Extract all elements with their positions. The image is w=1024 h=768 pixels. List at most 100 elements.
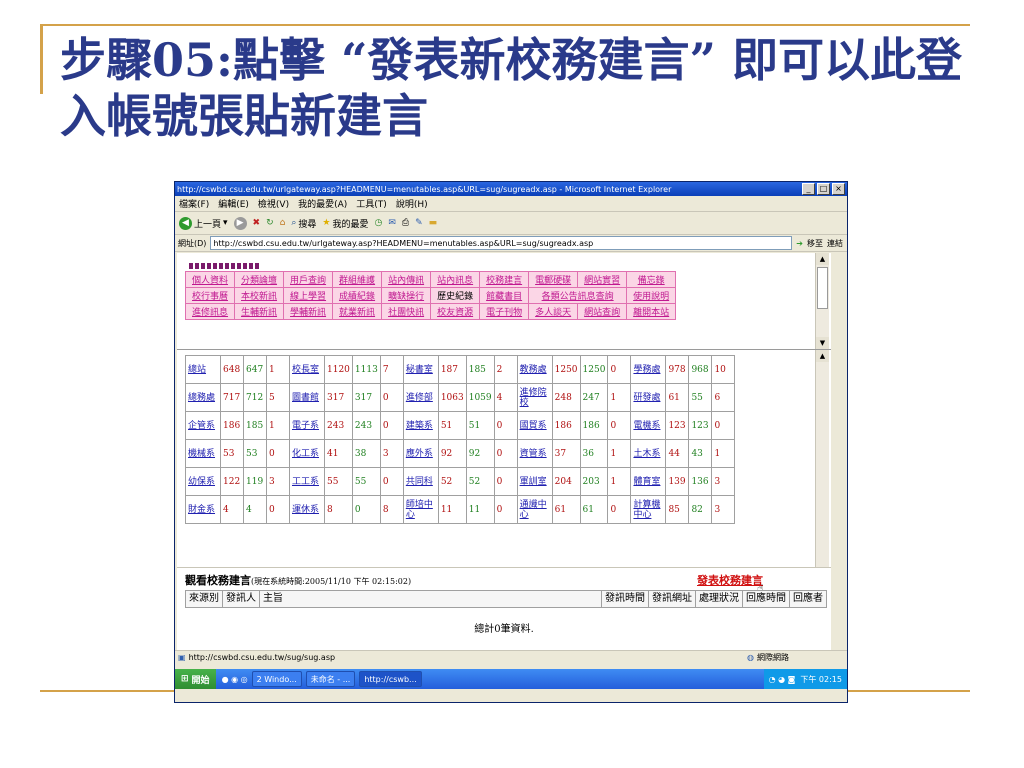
minimize-button[interactable]: _ (802, 183, 815, 195)
unit-link[interactable]: 化工系 (289, 439, 325, 468)
menu-link[interactable]: 校務建言 (479, 271, 530, 288)
back-button[interactable]: ◀ 上一頁 ▾ (179, 216, 228, 230)
tray-icons[interactable]: ◔ ◕ ◙ (769, 675, 796, 684)
unit-link[interactable]: 學務處 (630, 355, 667, 384)
unit-link[interactable]: 教務處 (516, 355, 553, 384)
menu-link[interactable]: 就業新訊 (332, 303, 383, 320)
unit-link[interactable]: 研發處 (630, 383, 667, 412)
stat-cell: 92 (437, 439, 467, 468)
menu-link[interactable]: 本校新訊 (234, 287, 285, 304)
unit-link[interactable]: 師培中心 (402, 495, 439, 524)
menu-tools[interactable]: 工具(T) (356, 197, 387, 210)
menu-link[interactable]: 校行事曆 (184, 287, 236, 304)
unit-link[interactable]: 共同科 (402, 467, 439, 496)
refresh-icon[interactable]: ↻ (266, 218, 274, 228)
unit-link[interactable]: 資管系 (516, 439, 553, 468)
menu-link[interactable]: 多人談天 (528, 303, 579, 320)
unit-link[interactable]: 總站 (185, 355, 221, 384)
menu-link[interactable]: 用戶查詢 (283, 271, 334, 288)
menu-link[interactable]: 生輔新訊 (234, 303, 285, 320)
stop-icon[interactable]: ✖ (253, 218, 261, 228)
menu-favorites[interactable]: 我的最愛(A) (298, 197, 347, 210)
menu-link[interactable]: 曠缺操行 (381, 287, 432, 304)
links-button[interactable]: 連結 (827, 238, 843, 249)
menu-link[interactable]: 學輔新訊 (283, 303, 334, 320)
folder-icon[interactable]: ▬ (429, 218, 438, 228)
menu-link[interactable]: 網站實習 (577, 271, 628, 288)
forward-arrow-icon[interactable]: ▶ (233, 216, 247, 230)
unit-link[interactable]: 進修部 (402, 383, 439, 412)
unit-link[interactable]: 工工系 (289, 467, 325, 496)
menu-scrollbar[interactable]: ▲ ▼ (815, 253, 829, 349)
menu-link[interactable]: 分類論壇 (234, 271, 285, 288)
unit-link[interactable]: 應外系 (402, 439, 439, 468)
menu-link[interactable]: 站內傳訊 (381, 271, 432, 288)
unit-link[interactable]: 體育室 (630, 467, 667, 496)
menu-file[interactable]: 檔案(F) (179, 197, 209, 210)
stat-cell: 5 (266, 383, 290, 412)
unit-link[interactable]: 國貿系 (516, 411, 553, 440)
menu-link[interactable]: 館藏書目 (479, 287, 530, 304)
menu-link[interactable]: 離開本站 (626, 303, 677, 320)
close-button[interactable]: × (832, 183, 845, 195)
taskbar-item-browser[interactable]: http://cswb... (359, 671, 422, 687)
unit-link[interactable]: 電子系 (289, 411, 325, 440)
scroll-up-icon[interactable]: ▲ (816, 253, 829, 265)
search-button[interactable]: ⌕ 搜尋 (291, 217, 316, 230)
address-label: 網址(D) (178, 238, 207, 248)
unit-link[interactable]: 土木系 (630, 439, 667, 468)
menu-link[interactable]: 成績紀錄 (332, 287, 383, 304)
address-input[interactable]: http://cswbd.csu.edu.tw/urlgateway.asp?H… (210, 236, 793, 250)
edit-icon[interactable]: ✎ (415, 218, 423, 228)
menu-link[interactable]: 個人資料 (184, 271, 236, 288)
menu-view[interactable]: 檢視(V) (258, 197, 289, 210)
menu-link[interactable]: 使用說明 (626, 287, 677, 304)
quick-launch-icons[interactable]: ● ◉ ◎ (222, 675, 248, 684)
start-button[interactable]: ⊞ 開始 (175, 669, 216, 689)
unit-link[interactable]: 機械系 (185, 439, 221, 468)
taskbar-item-windows[interactable]: 2 Windo... (251, 671, 302, 687)
unit-link[interactable]: 通識中心 (516, 495, 553, 524)
menu-link[interactable]: 社團快訊 (381, 303, 432, 320)
unit-link[interactable]: 校長室 (289, 355, 325, 384)
mail-icon[interactable]: ✉ (388, 218, 396, 228)
unit-link[interactable]: 財金系 (185, 495, 221, 524)
menu-link[interactable]: 群組維護 (332, 271, 383, 288)
unit-link[interactable]: 軍訓室 (516, 467, 553, 496)
menu-link[interactable]: 校友資源 (430, 303, 481, 320)
unit-link[interactable]: 計算機中心 (630, 495, 667, 524)
go-button[interactable]: 移至 (807, 238, 823, 249)
menu-link[interactable]: 電子刊物 (479, 303, 530, 320)
unit-link[interactable]: 秘書室 (402, 355, 439, 384)
menu-link[interactable]: 電郵硬碟 (528, 271, 579, 288)
unit-link[interactable]: 圖書館 (289, 383, 325, 412)
home-icon[interactable]: ⌂ (280, 218, 286, 228)
menu-edit[interactable]: 編輯(E) (218, 197, 249, 210)
unit-link[interactable]: 進修院校 (516, 383, 553, 412)
scroll-up-icon[interactable]: ▲ (816, 350, 829, 362)
menu-link[interactable]: 備忘錄 (626, 271, 677, 288)
menu-link[interactable]: 網站查詢 (577, 303, 628, 320)
unit-link[interactable]: 企管系 (185, 411, 221, 440)
scroll-down-icon[interactable]: ▼ (816, 337, 829, 349)
post-suggestion-link[interactable]: 發表校務建言 (697, 572, 763, 588)
history-icon[interactable]: ◷ (375, 218, 383, 228)
menu-link[interactable]: 進修訊息 (184, 303, 236, 320)
menu-link[interactable]: 站內訊息 (430, 271, 481, 288)
unit-link[interactable]: 幼保系 (185, 467, 221, 496)
print-icon[interactable]: ⎙ (402, 218, 409, 228)
unit-link[interactable]: 建築系 (402, 411, 439, 440)
unit-link[interactable]: 總務處 (185, 383, 221, 412)
maximize-button[interactable]: □ (817, 183, 830, 195)
menu-link[interactable]: 歷史紀錄 (430, 287, 481, 304)
taskbar-item-paint[interactable]: 未命名 - ... (305, 671, 356, 687)
menu-link[interactable]: 各類公告訊息查詢 (528, 287, 628, 304)
stat-cell: 648 (220, 355, 244, 384)
favorites-button[interactable]: ★ 我的最愛 (322, 217, 368, 230)
unit-link[interactable]: 電機系 (630, 411, 667, 440)
menu-link[interactable]: 線上學習 (283, 287, 334, 304)
menu-help[interactable]: 說明(H) (396, 197, 428, 210)
go-arrow-icon[interactable]: ➔ (796, 239, 803, 248)
unit-link[interactable]: 運休系 (289, 495, 325, 524)
scroll-thumb[interactable] (817, 267, 828, 309)
